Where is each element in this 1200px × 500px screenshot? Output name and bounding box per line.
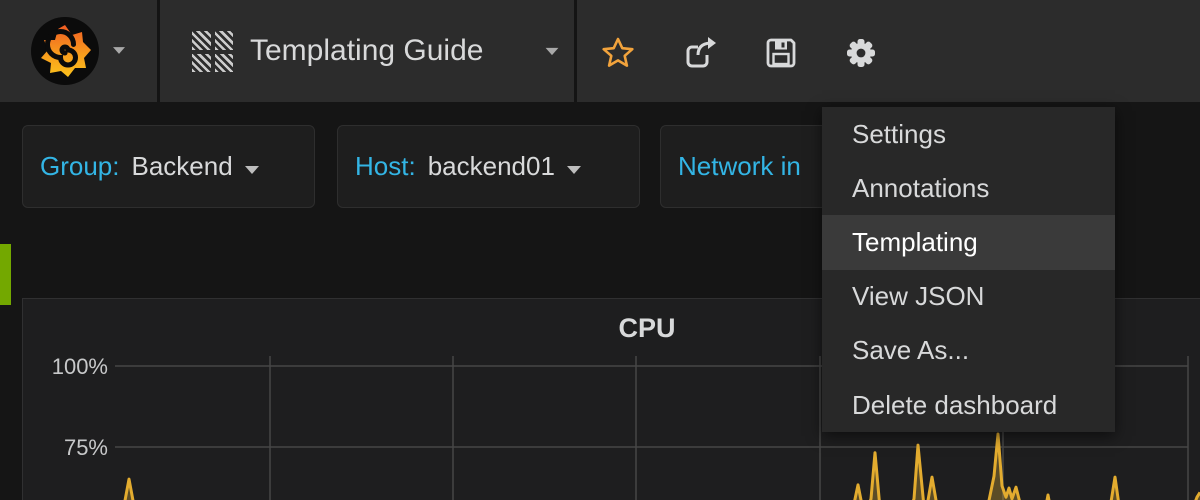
share-button[interactable] <box>683 35 719 71</box>
dashboard-title: Templating Guide <box>250 0 483 102</box>
dashboard-settings-menu: Settings Annotations Templating View JSO… <box>822 107 1115 432</box>
grafana-logo-button[interactable] <box>0 0 157 102</box>
chevron-down-icon <box>546 48 559 55</box>
menu-item-annotations[interactable]: Annotations <box>822 161 1115 215</box>
star-button[interactable] <box>600 35 636 71</box>
dashboard-picker[interactable]: Templating Guide <box>160 0 574 102</box>
menu-item-delete-dashboard[interactable]: Delete dashboard <box>822 378 1115 432</box>
y-axis-label-100: 100% <box>30 354 108 380</box>
row-menu-tab[interactable] <box>0 244 11 305</box>
variable-label: Network in <box>678 151 801 182</box>
navbar-divider <box>574 0 577 102</box>
gear-icon <box>843 35 879 71</box>
dashboard-grid-icon <box>192 31 233 72</box>
y-axis-label-75: 75% <box>30 435 108 461</box>
variable-label: Group: <box>40 151 120 182</box>
star-icon <box>600 35 636 71</box>
share-icon <box>683 35 719 71</box>
menu-item-view-json[interactable]: View JSON <box>822 270 1115 324</box>
chevron-down-icon <box>113 47 125 54</box>
variable-value: Backend <box>132 151 233 182</box>
chevron-down-icon <box>245 166 259 174</box>
settings-button[interactable] <box>843 35 879 71</box>
panel-title[interactable]: CPU <box>547 313 747 344</box>
menu-item-save-as[interactable]: Save As... <box>822 324 1115 378</box>
menu-item-settings[interactable]: Settings <box>822 107 1115 161</box>
grafana-logo-icon <box>30 16 100 86</box>
top-navbar: Templating Guide <box>0 0 1200 102</box>
variable-label: Host: <box>355 151 416 182</box>
variable-dropdown-group[interactable]: Group: Backend <box>22 125 315 208</box>
save-icon <box>763 35 799 71</box>
chevron-down-icon <box>567 166 581 174</box>
save-button[interactable] <box>763 35 799 71</box>
menu-item-templating[interactable]: Templating <box>822 215 1115 269</box>
variable-value: backend01 <box>428 151 555 182</box>
variable-dropdown-host[interactable]: Host: backend01 <box>337 125 640 208</box>
